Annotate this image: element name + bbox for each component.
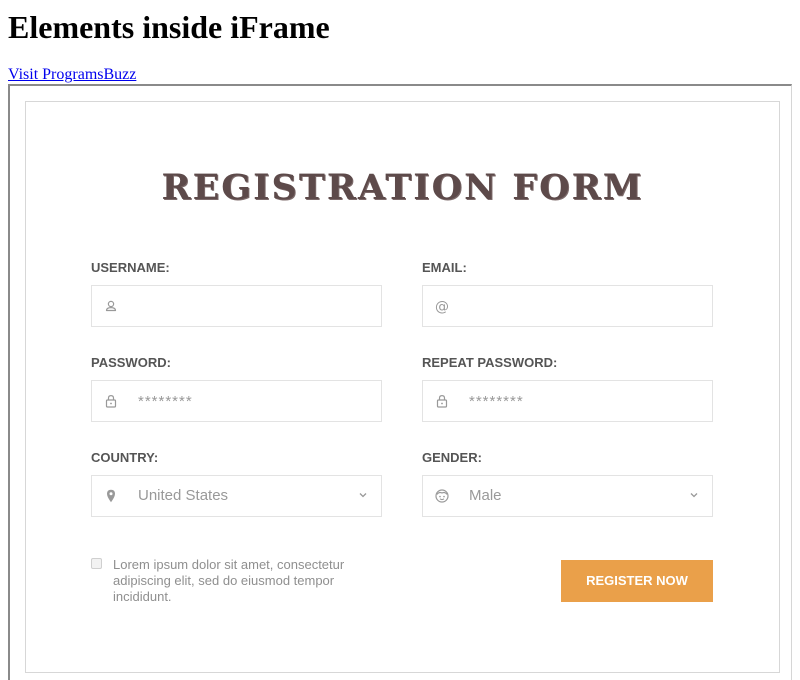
country-label: COUNTRY:: [91, 450, 159, 465]
page-heading: Elements inside iFrame: [8, 9, 330, 45]
registration-form: REGISTRATION FORM USERNAME: EMAIL: @ PAS…: [25, 101, 780, 673]
terms-text: Lorem ipsum dolor sit amet, consectetur …: [113, 557, 345, 604]
lock-icon: [436, 394, 448, 408]
at-icon: @: [435, 299, 449, 314]
repeat-password-field[interactable]: [422, 380, 713, 422]
visit-programsbuzz-link[interactable]: Visit ProgramsBuzz: [8, 65, 136, 84]
gender-label: GENDER:: [422, 450, 482, 465]
repeat-password-input[interactable]: [469, 381, 702, 421]
email-label: EMAIL:: [422, 260, 467, 275]
svg-text:@: @: [435, 299, 449, 314]
terms-checkbox[interactable]: [91, 558, 102, 569]
password-label: PASSWORD:: [91, 355, 171, 370]
map-pin-icon: [107, 489, 115, 503]
form-title: REGISTRATION FORM: [161, 167, 644, 208]
country-value: United States: [138, 487, 229, 504]
register-button[interactable]: REGISTER NOW: [561, 560, 713, 602]
email-input[interactable]: [469, 286, 702, 326]
gender-value: Male: [469, 487, 502, 504]
chevron-down-icon: [690, 493, 698, 498]
lock-icon: [105, 394, 117, 408]
username-input[interactable]: [138, 286, 371, 326]
registration-iframe: REGISTRATION FORM USERNAME: EMAIL: @ PAS…: [8, 84, 792, 680]
username-label: USERNAME:: [91, 260, 170, 275]
country-select[interactable]: United States: [91, 475, 382, 517]
face-icon: [435, 489, 449, 503]
email-field[interactable]: @: [422, 285, 713, 327]
password-input[interactable]: [138, 381, 371, 421]
chevron-down-icon: [359, 493, 367, 498]
user-icon: [105, 300, 117, 312]
repeat-password-label: REPEAT PASSWORD:: [422, 355, 558, 370]
username-field[interactable]: [91, 285, 382, 327]
gender-select[interactable]: Male: [422, 475, 713, 517]
password-field[interactable]: [91, 380, 382, 422]
